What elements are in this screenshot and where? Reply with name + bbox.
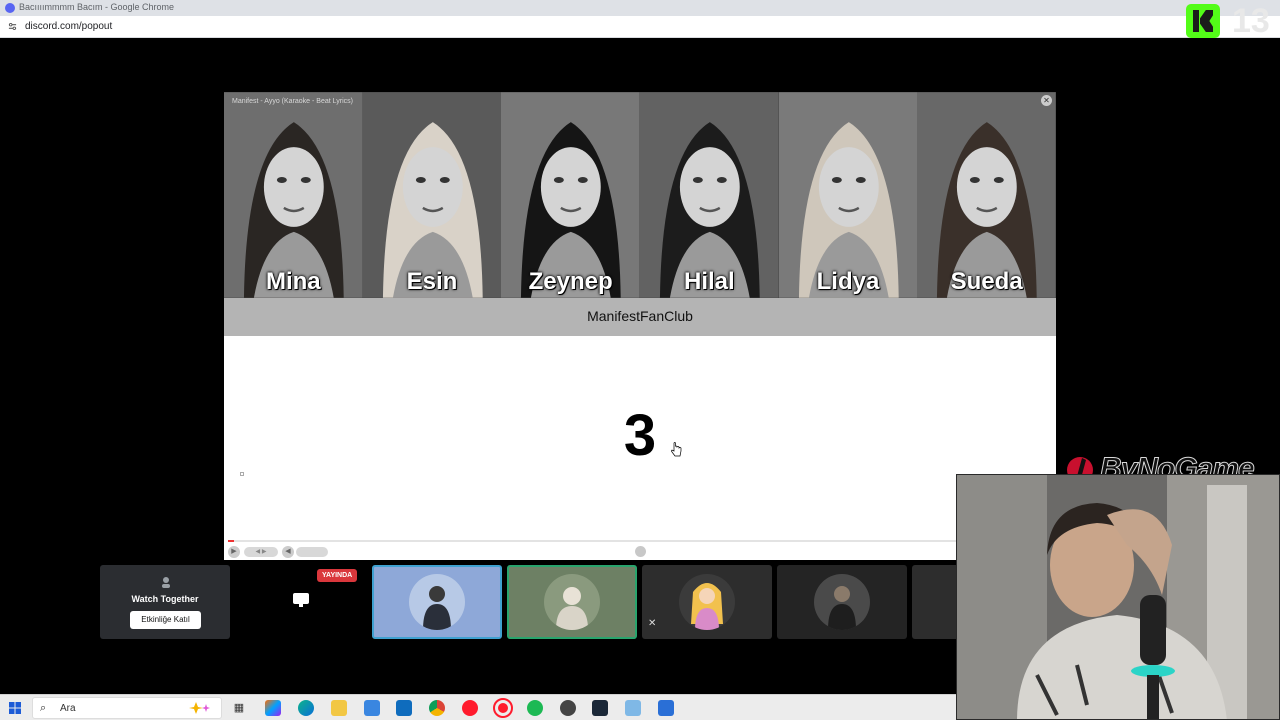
kick-logo-icon xyxy=(1186,4,1220,38)
screen-share-icon xyxy=(293,593,309,607)
member-portrait: Lidya xyxy=(778,92,918,298)
watch-together-tile[interactable]: Watch Together Etkinliğe Katıl xyxy=(100,565,230,639)
member-name: Zeynep xyxy=(528,268,613,295)
watch-together-title: Watch Together xyxy=(131,594,199,604)
task-view-icon[interactable]: ▦ xyxy=(231,700,247,716)
progress-fill xyxy=(228,540,234,542)
avatar xyxy=(679,574,735,630)
close-icon[interactable]: ✕ xyxy=(1041,95,1052,106)
notepad-icon[interactable] xyxy=(625,700,641,716)
play-icon[interactable]: ▶ xyxy=(228,546,240,558)
member-portrait: Zeynep xyxy=(501,92,640,298)
scrubber-handle[interactable] xyxy=(635,546,646,557)
member-name: Sueda xyxy=(950,268,1023,295)
join-activity-button[interactable]: Etkinliğe Katıl xyxy=(130,611,201,629)
steam-icon[interactable] xyxy=(592,700,608,716)
address-bar[interactable]: discord.com/popout xyxy=(0,16,1280,38)
discord-icon xyxy=(5,3,15,13)
participant-tile[interactable]: ✕ xyxy=(642,565,772,639)
webcam-image xyxy=(957,475,1279,719)
channel-name: ManifestFanClub xyxy=(587,308,693,324)
spotify-icon[interactable] xyxy=(527,700,543,716)
video-title: Manifest - Ayyo (Karaoke - Beat Lyrics) xyxy=(232,98,353,105)
site-settings-icon[interactable] xyxy=(8,22,17,31)
windows-start-icon[interactable] xyxy=(9,702,21,714)
member-name: Esin xyxy=(406,268,458,295)
app-icon[interactable] xyxy=(658,700,674,716)
member-portrait: Mina xyxy=(224,92,363,298)
opera-gx-icon[interactable] xyxy=(493,698,513,718)
time-display xyxy=(296,547,328,557)
chrome-icon[interactable] xyxy=(429,700,445,716)
participant-tile-partial[interactable] xyxy=(912,565,960,639)
participant-strip: Watch Together Etkinliğe Katıl YAYINDA ✕ xyxy=(100,565,960,641)
member-portrait: Hilal xyxy=(640,92,779,298)
countdown-number: 3 xyxy=(623,403,657,468)
kick-overlay: 13 xyxy=(1180,0,1280,42)
window-title: Bacıııımmmm Bacım - Google Chrome xyxy=(19,2,175,12)
search-icon: ⌕ xyxy=(40,702,47,714)
avatar xyxy=(814,574,870,630)
participant-tile[interactable] xyxy=(777,565,907,639)
member-portrait: Sueda xyxy=(917,92,1056,298)
activity-icon xyxy=(162,577,170,588)
stream-tile[interactable]: YAYINDA xyxy=(235,565,365,639)
file-explorer-icon[interactable] xyxy=(331,700,347,716)
webcam-feed xyxy=(956,474,1280,720)
volume-icon[interactable]: ◀ xyxy=(282,546,294,558)
member-name: Mina xyxy=(265,268,321,295)
video-banner: Mina Esin Zeynep Hilal Lidya Sueda xyxy=(224,92,1056,298)
avatar xyxy=(409,574,465,630)
participant-tile-speaking[interactable] xyxy=(507,565,637,639)
edge-icon[interactable] xyxy=(298,700,314,716)
resize-handle xyxy=(240,472,244,476)
copilot-app-icon[interactable] xyxy=(265,700,281,716)
member-portrait: Esin xyxy=(362,92,502,298)
video-player[interactable]: Mina Esin Zeynep Hilal Lidya Sueda Manifest -… xyxy=(224,92,1056,560)
avatar xyxy=(544,574,600,630)
store-icon[interactable] xyxy=(364,700,380,716)
progress-bar[interactable] xyxy=(228,540,1052,542)
browser-title-bar: Bacıııımmmm Bacım - Google Chrome xyxy=(0,0,1280,16)
copilot-icon[interactable] xyxy=(176,700,216,716)
windows-taskbar: ⌕ Ara ▦ xyxy=(0,694,956,720)
skip-controls[interactable]: ◀ ▶ xyxy=(244,547,278,557)
obs-icon[interactable] xyxy=(560,700,576,716)
url-text[interactable]: discord.com/popout xyxy=(25,21,112,32)
kick-count: 13 xyxy=(1232,2,1270,40)
channel-bar: ManifestFanClub xyxy=(224,298,1056,336)
outlook-icon[interactable] xyxy=(396,700,412,716)
live-badge: YAYINDA xyxy=(317,569,358,582)
taskbar-search[interactable]: ⌕ Ara xyxy=(32,697,222,719)
member-name: Lidya xyxy=(816,268,880,295)
search-label: Ara xyxy=(60,703,76,714)
hand-cursor-icon xyxy=(671,442,682,457)
member-name: Hilal xyxy=(683,268,735,295)
participant-tile[interactable] xyxy=(372,565,502,639)
opera-icon[interactable] xyxy=(462,700,478,716)
muted-icon: ✕ xyxy=(648,618,657,629)
player-controls: ▶ ◀ ▶ ◀ xyxy=(224,544,1056,560)
